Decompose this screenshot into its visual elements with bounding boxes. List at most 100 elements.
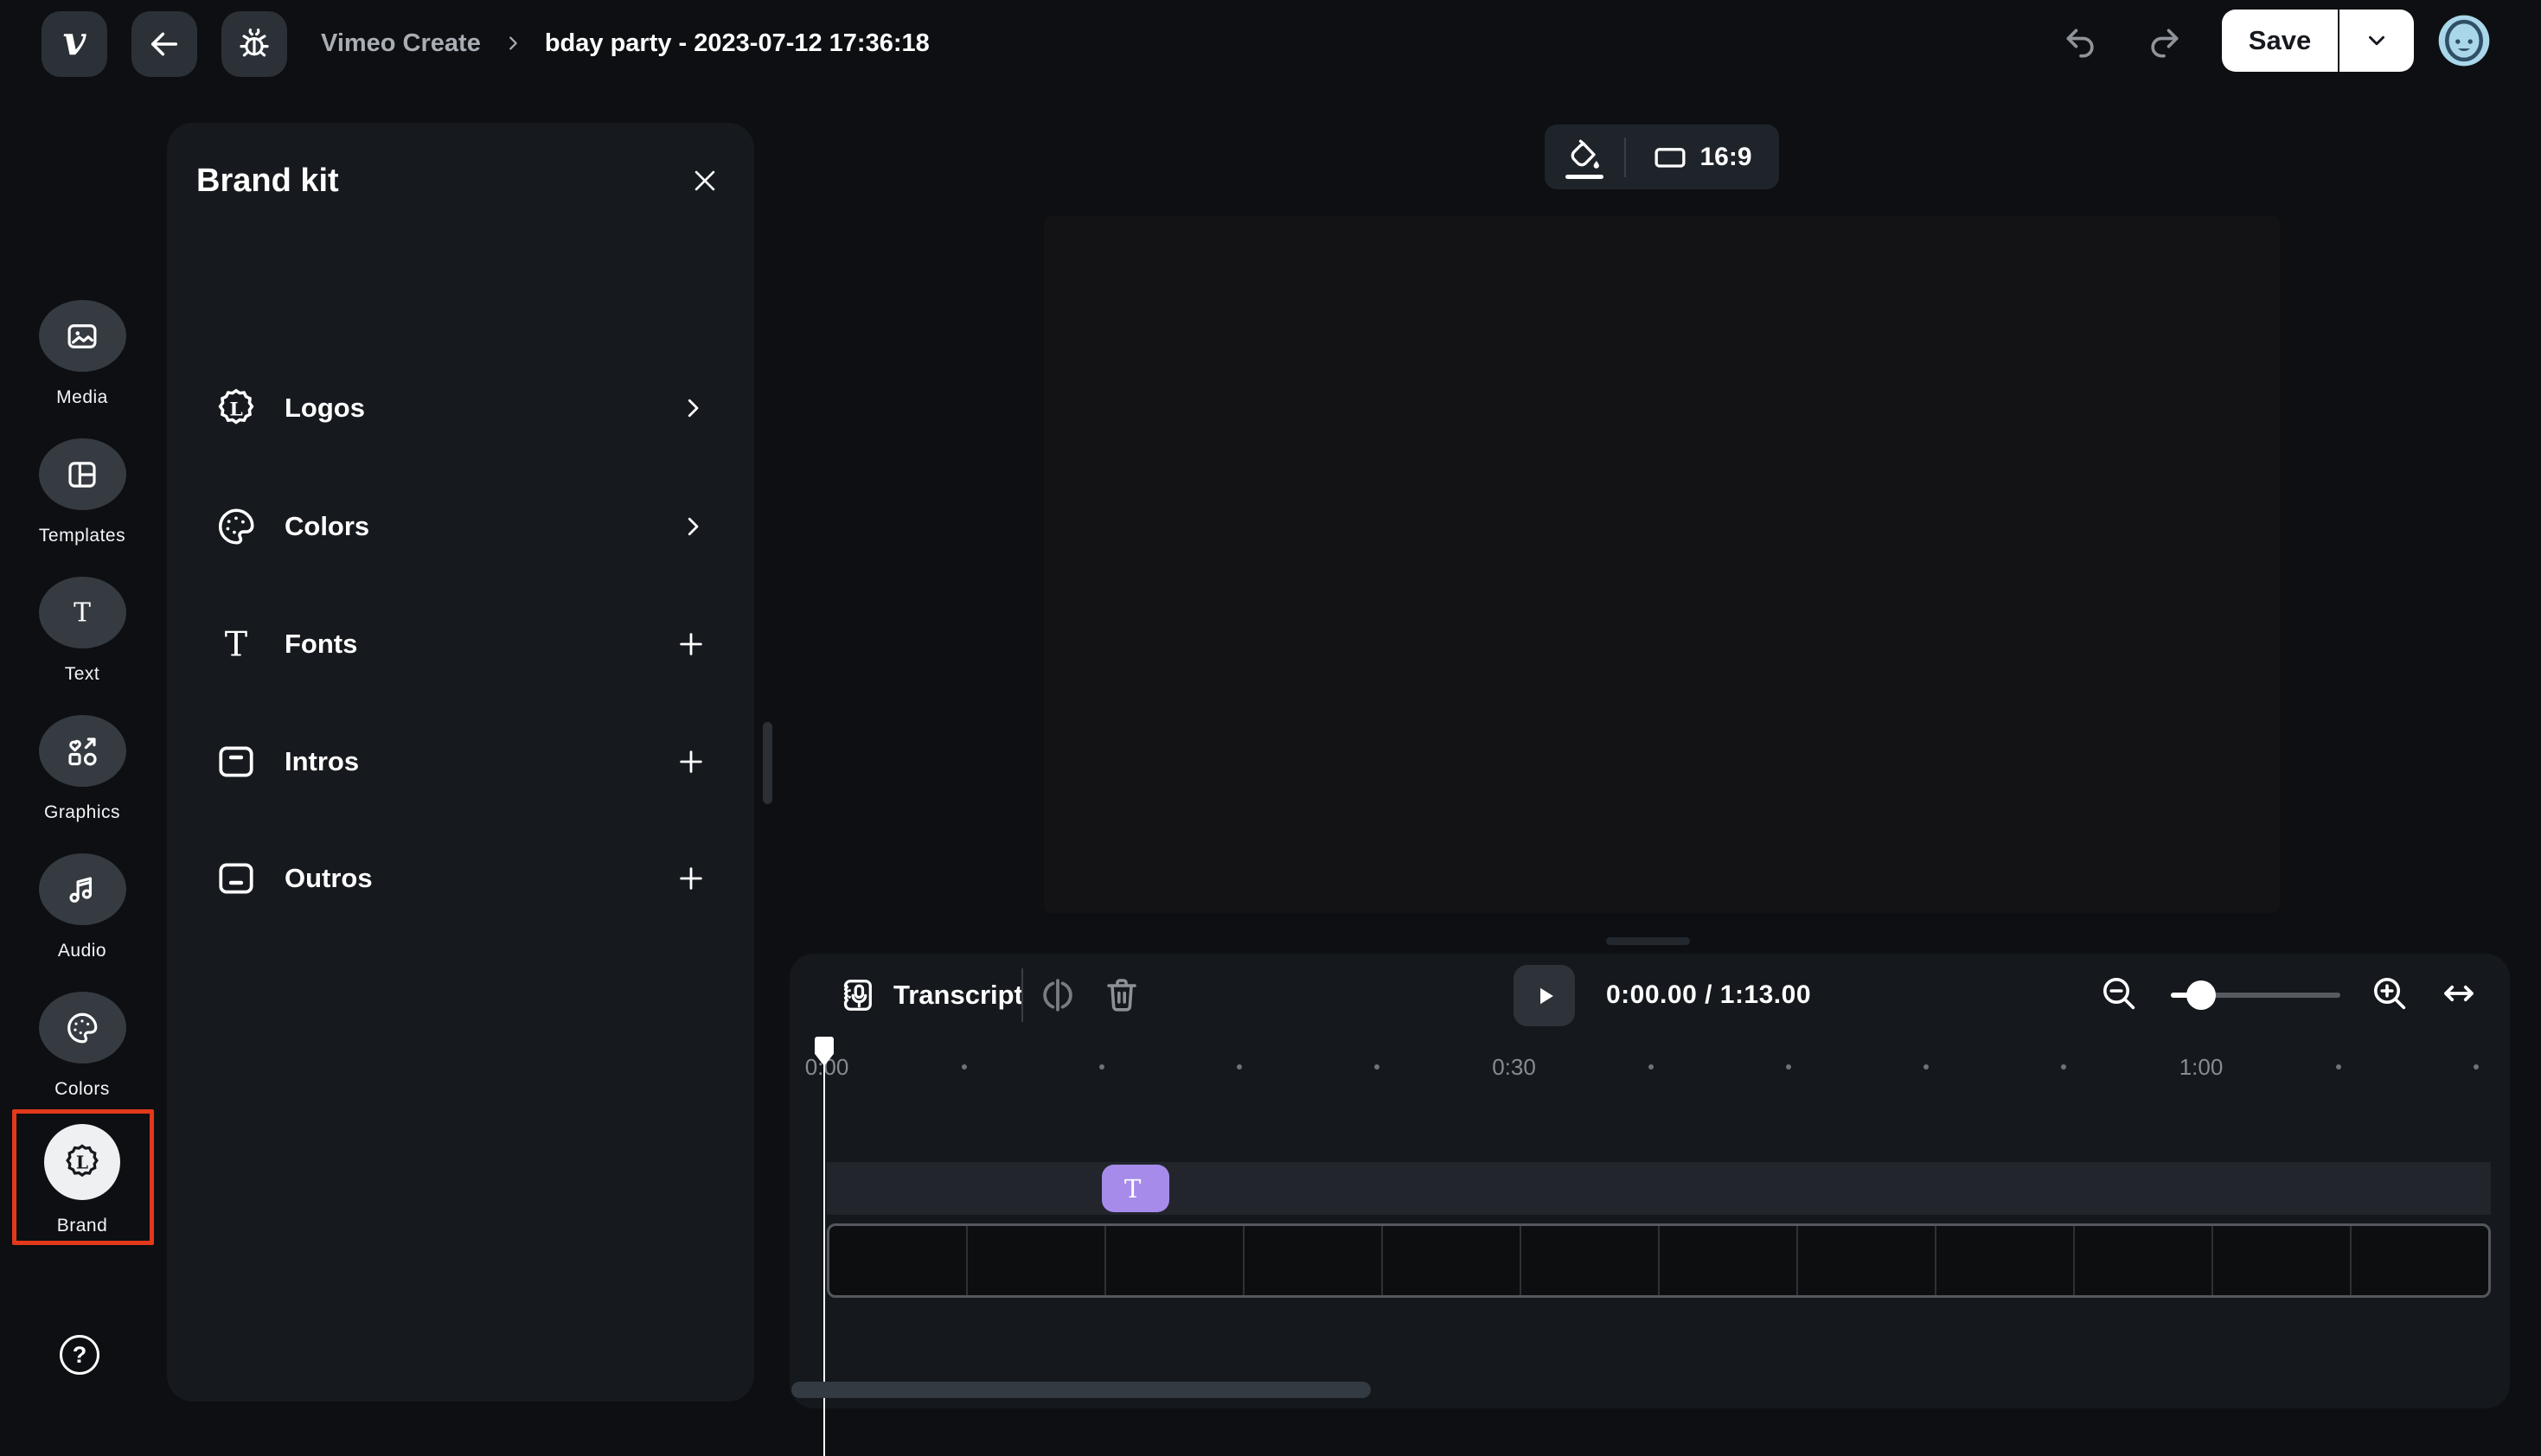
project-title: bday party - 2023-07-12 17:36:18 xyxy=(545,29,930,58)
transcript-button[interactable]: Transcript xyxy=(836,973,1023,1018)
expand-horizontal-icon xyxy=(2438,973,2480,1014)
transcript-label: Transcript xyxy=(893,980,1023,1011)
help-button[interactable]: ? xyxy=(60,1335,99,1375)
sidebar-item-label: Colors xyxy=(0,1079,164,1100)
timeline-ruler[interactable]: 0:000:301:00 xyxy=(790,1037,2510,1097)
fill-underline xyxy=(1565,175,1603,179)
brand-kit-item-label: Intros xyxy=(285,746,359,777)
split-icon xyxy=(1037,974,1078,1016)
canvas-resize-handle[interactable] xyxy=(1606,937,1690,945)
save-button[interactable]: Save xyxy=(2222,10,2339,72)
plus-icon xyxy=(676,864,706,893)
ruler-tick-dot xyxy=(1923,1037,1929,1097)
delete-clip-button[interactable] xyxy=(1101,974,1142,1016)
split-clip-button[interactable] xyxy=(1037,974,1078,1016)
ruler-time-label: 1:00 xyxy=(2179,1037,2224,1097)
fit-timeline-button[interactable] xyxy=(2438,973,2480,1014)
svg-text:T: T xyxy=(225,625,248,665)
help-icon: ? xyxy=(73,1342,87,1369)
sidebar-item-label: Media xyxy=(0,387,164,408)
brand-kit-item-intros[interactable]: Intros xyxy=(196,720,725,803)
fonts-icon: T xyxy=(214,623,258,666)
brand-kit-item-label: Logos xyxy=(285,393,365,424)
debug-button[interactable] xyxy=(221,11,287,77)
brand-kit-item-fonts[interactable]: T Fonts xyxy=(196,603,725,686)
video-segment[interactable] xyxy=(1383,1226,1521,1295)
play-icon xyxy=(1530,981,1559,1011)
timeline-controls: Transcript 0:00.00 / 1:13.00 xyxy=(790,954,2510,1037)
redo-button[interactable] xyxy=(2145,24,2183,62)
background-fill-button[interactable] xyxy=(1545,125,1624,189)
aspect-ratio-icon xyxy=(1653,140,1687,175)
chevron-right-icon xyxy=(680,395,706,421)
brand-kit-item-logos[interactable]: L Logos xyxy=(196,367,725,450)
video-track[interactable] xyxy=(827,1223,2491,1298)
video-canvas[interactable] xyxy=(1044,216,2280,913)
video-segment[interactable] xyxy=(968,1226,1106,1295)
aspect-ratio-button[interactable]: 16:9 xyxy=(1626,140,1779,175)
zoom-out-button[interactable] xyxy=(2098,973,2140,1014)
close-icon xyxy=(690,166,720,195)
redo-icon xyxy=(2145,24,2183,62)
sidebar-item-media[interactable]: Media xyxy=(0,300,164,408)
brand-kit-item-colors[interactable]: Colors xyxy=(196,485,725,568)
chevron-down-icon xyxy=(2364,28,2390,54)
video-segment[interactable] xyxy=(2352,1226,2488,1295)
sidebar-item-label: Audio xyxy=(0,941,164,961)
sidebar-item-text[interactable]: T Text xyxy=(0,577,164,685)
panel-resize-handle[interactable] xyxy=(763,722,772,804)
video-segment[interactable] xyxy=(1936,1226,2075,1295)
controls-divider xyxy=(1021,968,1023,1022)
video-segment[interactable] xyxy=(1798,1226,1936,1295)
video-segment[interactable] xyxy=(2213,1226,2352,1295)
close-panel-button[interactable] xyxy=(685,161,725,201)
zoom-slider-knob[interactable] xyxy=(2186,980,2216,1010)
sidebar-item-label: Brand xyxy=(0,1216,164,1236)
sidebar-item-graphics[interactable]: Graphics xyxy=(0,715,164,823)
brand-kit-item-label: Colors xyxy=(285,511,369,542)
left-sidebar: Media Templates T Text Graphics Audio Co… xyxy=(0,0,164,1430)
trash-icon xyxy=(1101,974,1142,1016)
paint-bucket-icon xyxy=(1565,138,1603,176)
timeline-zoom-slider[interactable] xyxy=(2171,993,2340,998)
svg-text:T: T xyxy=(74,597,91,628)
sidebar-item-label: Text xyxy=(0,664,164,685)
ruler-tick-dot xyxy=(1786,1037,1791,1097)
video-segment[interactable] xyxy=(1660,1226,1798,1295)
ruler-tick-dot xyxy=(1374,1037,1379,1097)
video-segment[interactable] xyxy=(1106,1226,1245,1295)
bug-icon xyxy=(236,26,272,62)
text-track[interactable]: T A xyxy=(827,1162,2491,1215)
top-bar: v Vimeo Create bday party - 2023-07-12 1… xyxy=(0,0,2541,86)
play-button[interactable] xyxy=(1514,965,1575,1026)
video-segment[interactable] xyxy=(1521,1226,1660,1295)
sidebar-item-brand[interactable]: L Brand xyxy=(0,1124,164,1236)
ruler-tick-dot xyxy=(2474,1037,2479,1097)
graphics-icon xyxy=(64,733,100,770)
chevron-right-icon xyxy=(680,514,706,540)
zoom-in-button[interactable] xyxy=(2369,973,2410,1014)
save-options-button[interactable] xyxy=(2339,10,2414,72)
sidebar-item-audio[interactable]: Audio xyxy=(0,853,164,961)
sidebar-item-colors[interactable]: Colors xyxy=(0,992,164,1100)
brand-kit-item-outros[interactable]: Outros xyxy=(196,837,725,920)
breadcrumb-chevron-icon xyxy=(503,34,522,53)
video-segment[interactable] xyxy=(829,1226,968,1295)
colors-palette-icon xyxy=(214,505,258,548)
timeline-panel: Transcript 0:00.00 / 1:13.00 0:000:301:0… xyxy=(790,954,2510,1408)
save-split-button: Save xyxy=(2222,10,2414,72)
video-segment[interactable] xyxy=(2075,1226,2213,1295)
text-clip[interactable]: T A xyxy=(1102,1165,1169,1212)
video-segment[interactable] xyxy=(1245,1226,1383,1295)
breadcrumb-app-link[interactable]: Vimeo Create xyxy=(321,29,481,58)
zoom-out-icon xyxy=(2098,973,2140,1014)
ruler-tick-dot xyxy=(1099,1037,1104,1097)
brand-kit-item-label: Outros xyxy=(285,863,373,894)
logos-badge-icon: L xyxy=(214,386,258,430)
timeline-scrollbar[interactable] xyxy=(791,1382,1371,1398)
ruler-tick-dot xyxy=(962,1037,967,1097)
svg-text:L: L xyxy=(76,1153,88,1173)
avatar[interactable] xyxy=(2436,13,2492,68)
undo-button[interactable] xyxy=(2062,24,2100,62)
sidebar-item-templates[interactable]: Templates xyxy=(0,438,164,546)
